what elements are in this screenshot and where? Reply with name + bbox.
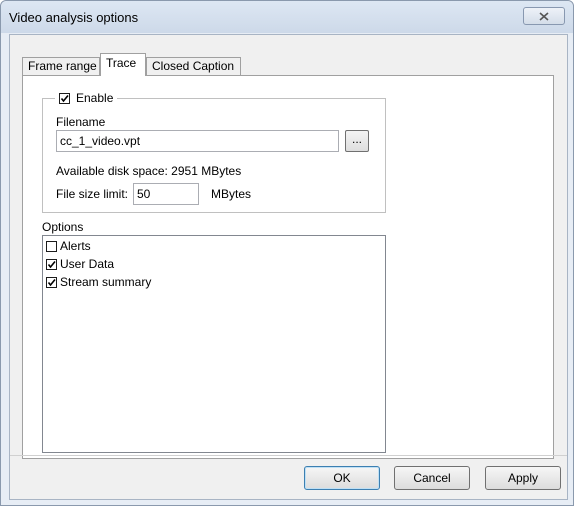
stream-summary-checkbox[interactable] bbox=[46, 276, 57, 288]
cancel-button[interactable]: Cancel bbox=[394, 466, 470, 490]
options-label: Options bbox=[42, 220, 84, 234]
title-bar[interactable]: Video analysis options bbox=[1, 1, 573, 33]
apply-button-label: Apply bbox=[507, 471, 539, 485]
file-size-input[interactable] bbox=[133, 183, 199, 205]
ok-button-label: OK bbox=[333, 471, 351, 485]
apply-button[interactable]: Apply bbox=[485, 466, 561, 490]
option-label: User Data bbox=[60, 257, 115, 271]
option-item-alerts[interactable]: Alerts bbox=[46, 239, 91, 253]
close-icon bbox=[539, 11, 549, 21]
option-item-stream-summary[interactable]: Stream summary bbox=[46, 275, 151, 289]
enable-checkbox[interactable] bbox=[59, 92, 70, 104]
tab-label: Closed Caption bbox=[152, 59, 235, 73]
option-item-user-data[interactable]: User Data bbox=[46, 257, 114, 271]
disk-space-text: Available disk space: 2951 MBytes bbox=[56, 164, 242, 178]
ok-button[interactable]: OK bbox=[304, 466, 380, 490]
trace-tab-panel: Enable Filename ... Available disk space… bbox=[22, 75, 554, 459]
separator bbox=[10, 455, 567, 456]
enable-checkbox-row[interactable]: Enable bbox=[55, 91, 118, 105]
tab-label: Frame range bbox=[28, 59, 97, 73]
tab-frame-range[interactable]: Frame range bbox=[22, 57, 100, 75]
dialog-window: Video analysis options Frame range Trace… bbox=[0, 0, 574, 506]
browse-button[interactable]: ... bbox=[345, 130, 369, 152]
alerts-checkbox[interactable] bbox=[46, 240, 57, 252]
check-icon bbox=[60, 94, 69, 102]
check-icon bbox=[47, 260, 56, 268]
window-title: Video analysis options bbox=[9, 10, 139, 25]
cancel-button-label: Cancel bbox=[413, 471, 451, 485]
close-button[interactable] bbox=[523, 7, 565, 25]
file-size-label: File size limit: bbox=[56, 187, 129, 201]
option-label: Stream summary bbox=[60, 275, 152, 289]
enable-label: Enable bbox=[76, 91, 114, 105]
tab-trace[interactable]: Trace bbox=[100, 53, 146, 76]
check-icon bbox=[47, 278, 56, 286]
filename-input[interactable] bbox=[56, 130, 339, 152]
trace-groupbox: Enable Filename ... Available disk space… bbox=[42, 91, 386, 213]
filename-label: Filename bbox=[56, 115, 106, 129]
browse-button-label: ... bbox=[351, 132, 362, 146]
tab-label: Trace bbox=[106, 56, 137, 70]
tab-closed-caption[interactable]: Closed Caption bbox=[146, 57, 241, 75]
file-size-unit: MBytes bbox=[211, 187, 252, 201]
dialog-client-area: Frame range Trace Closed Caption Enable … bbox=[9, 34, 568, 500]
options-list[interactable]: Alerts User Data Stream summary bbox=[42, 235, 386, 453]
option-label: Alerts bbox=[60, 239, 91, 253]
user-data-checkbox[interactable] bbox=[46, 258, 57, 270]
